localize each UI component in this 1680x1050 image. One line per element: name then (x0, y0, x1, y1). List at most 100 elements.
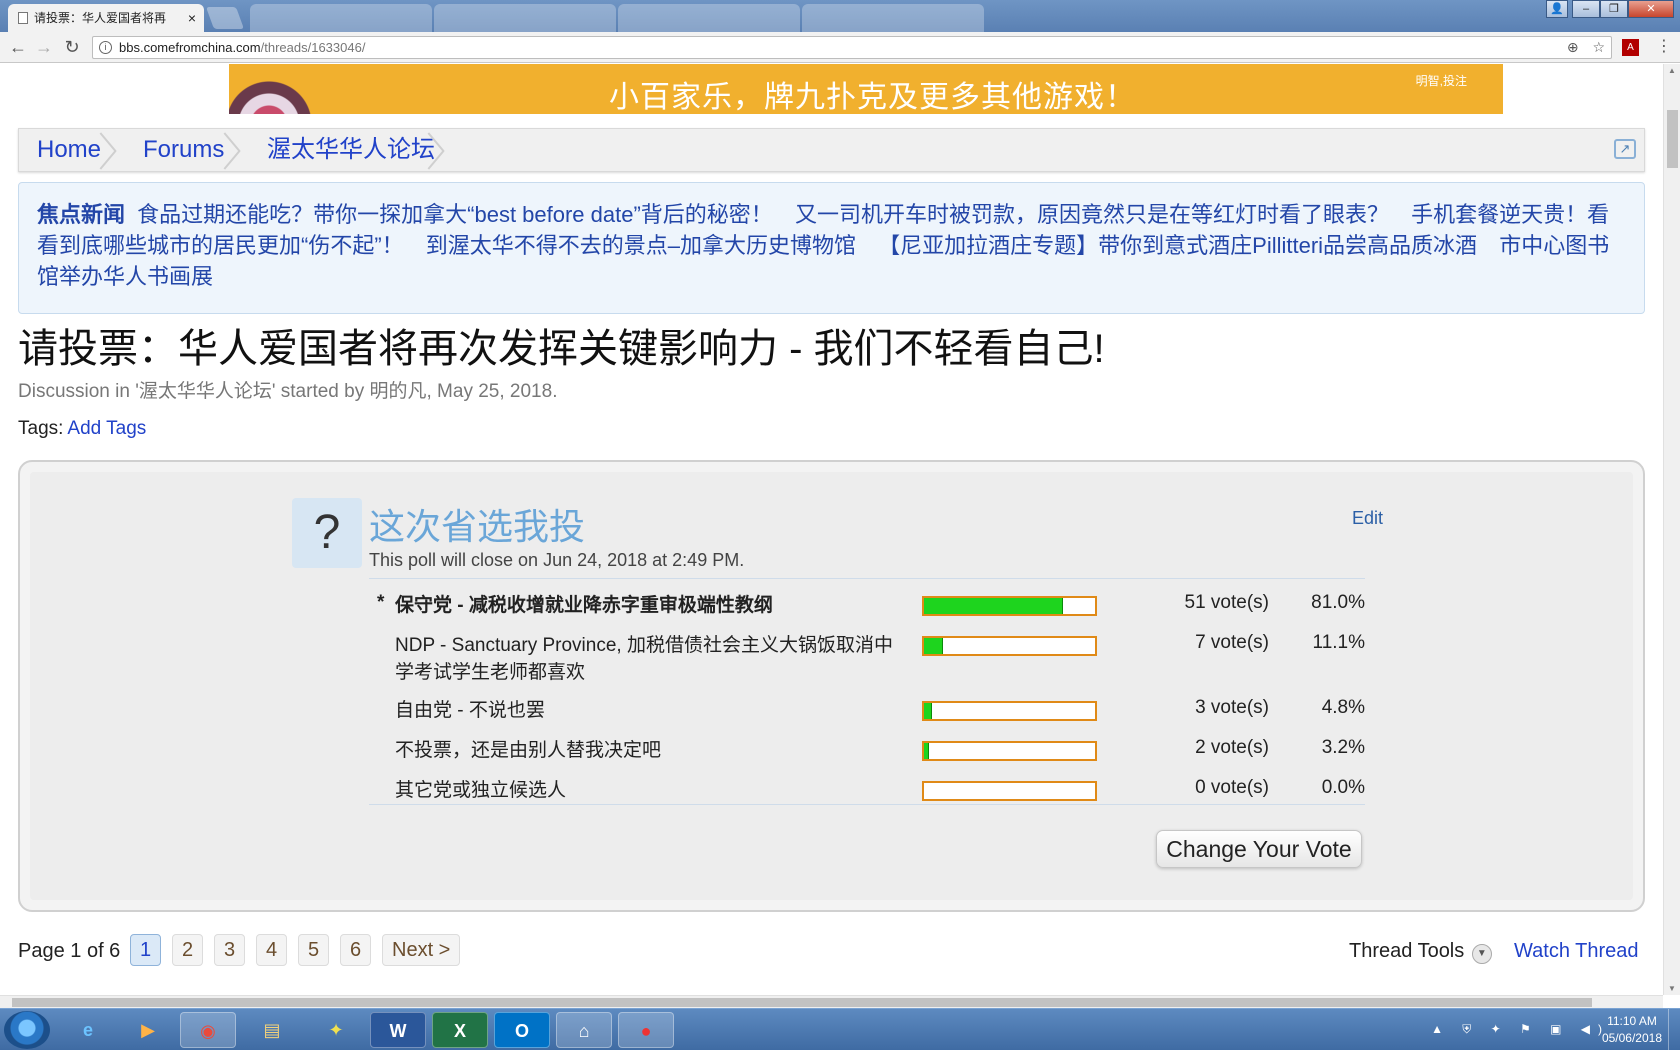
page-link-5[interactable]: 5 (298, 934, 330, 966)
page-link-6[interactable]: 6 (340, 934, 372, 966)
horizontal-scrollbar[interactable] (0, 995, 1663, 1008)
breadcrumb: Home Forums 渥太华华人论坛 ↗ (18, 128, 1645, 172)
poll-result-fill (924, 743, 930, 759)
author-link[interactable]: 明的凡 (369, 381, 426, 402)
internet-explorer-icon[interactable]: e (60, 1012, 116, 1048)
poll-option-label: 其它党或独立候选人 (395, 780, 567, 801)
page-link-2[interactable]: 2 (172, 934, 204, 966)
start-button[interactable] (4, 1011, 50, 1049)
scroll-down-icon[interactable]: ▼ (1668, 984, 1676, 993)
page-link-3[interactable]: 3 (214, 934, 246, 966)
scrollbar-thumb[interactable] (1667, 110, 1678, 168)
thread-meta: Discussion in '渥太华华人论坛' started by 明的凡, … (18, 376, 557, 403)
browser-menu-icon[interactable]: ⋮ (1656, 36, 1672, 56)
poll-option-percent: 0.0% (1321, 777, 1365, 798)
news-item[interactable]: 【尼亚加拉酒庄专题】带你到意式酒庄Pillitteri品尝高品质冰酒 (878, 233, 1477, 258)
word-icon[interactable]: W (370, 1012, 426, 1048)
chrome-icon[interactable]: ◉ (180, 1012, 236, 1048)
sticky-app-icon[interactable]: ✦ (308, 1012, 364, 1048)
show-desktop-button[interactable] (1668, 1009, 1680, 1050)
my-vote-marker: * (377, 592, 385, 613)
clock-date: 05/06/2018 (1601, 1031, 1662, 1045)
tab-close-icon[interactable]: × (188, 4, 196, 32)
poll-edit-link[interactable]: Edit (1352, 508, 1383, 529)
tab-active[interactable]: 请投票：华人爱国者将再 × (8, 4, 204, 32)
new-tab-button[interactable] (205, 7, 245, 29)
poll-result-bar (922, 741, 1097, 761)
poll-option-votes: 7 vote(s) (1195, 632, 1269, 653)
reload-icon[interactable]: ↻ (60, 36, 84, 60)
vertical-scrollbar[interactable]: ▲ ▼ (1663, 64, 1680, 995)
forward-icon[interactable]: → (32, 36, 56, 60)
tab-background-1[interactable] (250, 4, 432, 32)
bookmark-star-icon[interactable]: ☆ (1592, 39, 1605, 55)
jump-to-icon[interactable]: ↗ (1614, 139, 1636, 159)
news-item[interactable]: 到渥太华不得不去的景点–加拿大历史博物馆 (426, 233, 856, 258)
page-link-4[interactable]: 4 (256, 934, 288, 966)
poll-panel: ? 这次省选我投 This poll will close on Jun 24,… (30, 472, 1633, 900)
taskbar: e ▶ ◉ ▤ ✦ W X O ⌂ ● ▲ ⛨ ✦ ⚑ ▣ ◀) 11:10 A… (0, 1008, 1680, 1050)
breadcrumb-separator (115, 129, 137, 171)
page-link-1[interactable]: 1 (130, 934, 162, 966)
system-tray-icons[interactable]: ▲ ⛨ ✦ ⚑ ▣ ◀) (1431, 1022, 1610, 1037)
meta-date: , May 25, 2018. (426, 381, 558, 402)
pdf-extension-icon[interactable]: A (1622, 39, 1639, 56)
news-item[interactable]: 食品过期还能吃？带你一探加拿大“best before date”背后的秘密！ (137, 202, 773, 227)
banner-fan-image (229, 64, 311, 114)
url-path: /threads/1633046/ (260, 40, 366, 55)
file-explorer-icon[interactable]: ▤ (244, 1012, 300, 1048)
poll-result-bar (922, 596, 1097, 616)
tab-background-3[interactable] (618, 4, 800, 32)
change-vote-button[interactable]: Change Your Vote (1156, 830, 1362, 868)
profile-icon[interactable]: 👤 (1546, 0, 1568, 18)
thread-tools-label: Thread Tools (1349, 940, 1465, 962)
game-app-icon[interactable]: ● (618, 1012, 674, 1048)
breadcrumb-forum[interactable]: 渥太华华人论坛 (267, 129, 435, 171)
scroll-up-icon[interactable]: ▲ (1668, 66, 1676, 75)
breadcrumb-home[interactable]: Home (37, 129, 101, 171)
site-info-icon[interactable]: i (99, 41, 112, 54)
poll-divider (369, 578, 1365, 579)
poll-container: ? 这次省选我投 This poll will close on Jun 24,… (18, 460, 1645, 912)
news-box: 焦点新闻 食品过期还能吃？带你一探加拿大“best before date”背后… (18, 182, 1645, 314)
tab-background-4[interactable] (802, 4, 984, 32)
tab-background-2[interactable] (434, 4, 616, 32)
meta-prefix: Discussion in ' (18, 381, 139, 402)
clock[interactable]: 11:10 AM 05/06/2018 (1602, 1013, 1662, 1047)
minimize-button[interactable]: – (1572, 0, 1600, 18)
zoom-icon[interactable]: ⊕ (1567, 39, 1579, 55)
breadcrumb-forums[interactable]: Forums (143, 129, 224, 171)
ad-banner[interactable]: 小百家乐，牌九扑克及更多其他游戏！ 明智,投注 (229, 64, 1503, 114)
poll-option-label: NDP - Sanctuary Province, 加税借债社会主义大锅饭取消中… (395, 635, 893, 683)
remote-tool-icon[interactable]: ⌂ (556, 1012, 612, 1048)
poll-option-votes: 2 vote(s) (1195, 737, 1269, 758)
poll-option-votes: 3 vote(s) (1195, 697, 1269, 718)
page-icon (18, 12, 28, 24)
news-item[interactable]: 又一司机开车时被罚款，原因竟然只是在等红灯时看了眼表？ (795, 202, 1389, 227)
address-bar[interactable]: i bbs.comefromchina.com/threads/1633046/… (92, 36, 1612, 59)
poll-option-percent: 4.8% (1321, 697, 1365, 718)
forum-link[interactable]: 渥太华华人论坛 (139, 381, 272, 402)
scrollbar-thumb[interactable] (12, 998, 1592, 1007)
poll-result-fill (924, 638, 943, 654)
back-icon[interactable]: ← (6, 36, 30, 60)
next-page-button[interactable]: Next > (382, 934, 461, 966)
page-count-label: Page 1 of 6 (18, 940, 121, 962)
watch-thread-link[interactable]: Watch Thread (1514, 940, 1639, 963)
banner-text: 小百家乐，牌九扑克及更多其他游戏！ (609, 81, 1136, 114)
poll-option-percent: 3.2% (1321, 737, 1365, 758)
thread-tools-menu[interactable]: Thread Tools ▼ (1349, 940, 1492, 964)
meta-mid: ' started by (271, 381, 370, 402)
outlook-icon[interactable]: O (494, 1012, 550, 1048)
poll-option-percent: 81.0% (1311, 592, 1365, 613)
page-viewport: 小百家乐，牌九扑克及更多其他游戏！ 明智,投注 Home Forums 渥太华华… (0, 64, 1663, 995)
poll-result-bar (922, 701, 1097, 721)
media-player-icon[interactable]: ▶ (120, 1012, 176, 1048)
close-window-button[interactable]: ✕ (1628, 0, 1674, 18)
maximize-button[interactable]: ❐ (1600, 0, 1628, 18)
poll-result-bar (922, 636, 1097, 656)
add-tags-link[interactable]: Add Tags (67, 418, 146, 439)
excel-icon[interactable]: X (432, 1012, 488, 1048)
chevron-down-icon[interactable]: ▼ (1471, 944, 1492, 964)
breadcrumb-separator (443, 129, 465, 171)
